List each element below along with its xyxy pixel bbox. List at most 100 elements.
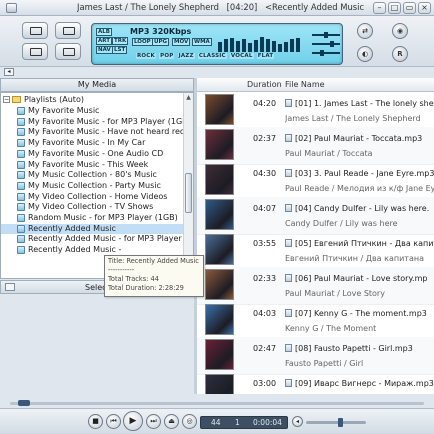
- table-row[interactable]: 04:30 [03] 3. Paul Reade - Jane Eyre.mp3 P…: [197, 162, 434, 200]
- balance-slider[interactable]: [312, 32, 340, 38]
- playlist-icon: [17, 117, 25, 126]
- spectrum-bar: [224, 39, 228, 52]
- playlist-icon: [17, 224, 25, 233]
- playlist-item[interactable]: My Favorite Music - Have not heard recen…: [1, 127, 183, 137]
- maximize-icon[interactable]: □: [388, 2, 401, 14]
- table-row[interactable]: 04:07 [04] Candy Dulfer - Lily was here. C…: [197, 197, 434, 235]
- lcd-tag-alb: ALB: [96, 28, 112, 36]
- my-media-header[interactable]: My Media: [0, 78, 194, 92]
- playlist-item[interactable]: My Music Collection - Party Music: [1, 181, 183, 191]
- playlist-icon: [17, 203, 25, 212]
- playlist-item[interactable]: My Video Collection - Home Videos: [1, 192, 183, 202]
- eq-preset-rock[interactable]: ROCK: [136, 53, 157, 59]
- track-artist: Евгений Птичкин / Два капитана: [285, 254, 424, 263]
- eq-preset-jazz[interactable]: JAZZ: [177, 53, 195, 59]
- app-menu-icon[interactable]: [6, 3, 17, 13]
- track-artist: Paul Mauriat / Toccata: [285, 149, 373, 158]
- playlist-icon: [17, 128, 25, 137]
- playlist-item[interactable]: My Favorite Music - One Audio CD: [1, 149, 183, 159]
- playlist-item[interactable]: My Favorite Music: [1, 106, 183, 116]
- eq-preset-classic[interactable]: CLASSIC: [197, 53, 227, 59]
- playlist-item-label: My Favorite Music: [28, 106, 100, 115]
- collapse-panel-button[interactable]: ◂: [4, 68, 14, 76]
- equalizer-toggle-button[interactable]: [22, 43, 48, 60]
- tree-scrollbar[interactable]: ▲ ▼: [183, 93, 193, 278]
- tree-root-playlists[interactable]: − Playlists (Auto): [1, 95, 183, 105]
- scrollbar-thumb[interactable]: [185, 173, 192, 213]
- speaker-icon[interactable]: ◂: [292, 416, 303, 427]
- scroll-up-icon[interactable]: ▲: [184, 93, 193, 102]
- playlist-item[interactable]: My Music Collection - 80's Music: [1, 170, 183, 180]
- seek-track[interactable]: [10, 402, 424, 405]
- play-button[interactable]: ▶: [123, 411, 143, 431]
- column-header-duration[interactable]: Duration: [247, 80, 282, 89]
- track-artist: Kenny G / The Moment: [285, 324, 377, 333]
- lcd-tag-loop: LOOP: [132, 38, 153, 46]
- now-playing-time: [04:20]: [226, 2, 258, 12]
- track-filename: [08] Fausto Papetti - Girl.mp3: [285, 344, 434, 353]
- table-row[interactable]: 02:33 [06] Paul Mauriat - Love story.mp Pa…: [197, 267, 434, 305]
- playlist-item[interactable]: My Favorite Music - This Week: [1, 160, 183, 170]
- playlist-item[interactable]: Recently Added Music: [1, 223, 183, 234]
- volume-lcd-slider[interactable]: [312, 41, 340, 47]
- table-row[interactable]: 04:20 [01] 1. James Last - The lonely she…: [197, 92, 434, 130]
- window-icon: [30, 27, 42, 35]
- video-toggle-button[interactable]: [55, 43, 81, 60]
- stop-button[interactable]: ■: [88, 414, 103, 429]
- minimize-icon[interactable]: –: [373, 2, 386, 14]
- lcd-tag-mov: MOV: [172, 38, 191, 46]
- playlist-item[interactable]: My Favorite Music - In My Car: [1, 138, 183, 148]
- next-button[interactable]: ⏭: [146, 414, 161, 429]
- audio-file-icon: [285, 274, 292, 282]
- table-row[interactable]: 02:37 [02] Paul Mauriat - Toccata.mp3 Paul…: [197, 127, 434, 165]
- slider-knob[interactable]: [320, 50, 324, 56]
- track-filename: [06] Paul Mauriat - Love story.mp: [285, 274, 434, 283]
- panel-options-button[interactable]: [5, 283, 15, 291]
- restore-icon[interactable]: ▭: [403, 2, 416, 14]
- tooltip-tracks: Total Tracks: 44: [108, 275, 159, 283]
- volume-knob[interactable]: [337, 418, 343, 427]
- volume-slider[interactable]: [306, 421, 366, 424]
- previous-button[interactable]: ⏮: [106, 414, 121, 429]
- record-button[interactable]: R: [392, 46, 408, 62]
- open-file-button[interactable]: ⏏: [164, 414, 179, 429]
- playlist-toggle-button[interactable]: [22, 22, 48, 39]
- track-duration: 02:47: [253, 344, 277, 353]
- collapse-icon[interactable]: −: [3, 96, 10, 103]
- close-icon[interactable]: ×: [418, 2, 431, 14]
- library-toggle-button[interactable]: [55, 22, 81, 39]
- table-row[interactable]: 03:55 [05] Евгений Птичкин - Два капитана…: [197, 232, 434, 270]
- eq-preset-vocal[interactable]: VOCAL: [229, 53, 254, 59]
- mute-button[interactable]: ◐: [357, 46, 373, 62]
- spectrum-bar: [242, 38, 246, 52]
- lcd-display: MP3 320Kbps ALB ART NAV TRK LST LOOP UPG…: [91, 23, 343, 65]
- track-artist: Paul Reade / Мелодия из к/ф Jane Eyre: [285, 184, 434, 193]
- playlist-item-label: Recently Added Music - for MP3 Player (1…: [28, 234, 183, 244]
- table-row[interactable]: 03:00[09] Иварс Вигнерс - Мираж.mp3Иварс…: [197, 372, 434, 394]
- playlist-item[interactable]: My Favorite Music - for MP3 Player (1GB): [1, 117, 183, 127]
- eq-preset-flat[interactable]: FLAT: [256, 53, 275, 59]
- table-row[interactable]: 04:03 [07] Kenny G - The moment.mp3 Kenny …: [197, 302, 434, 340]
- track-filename: [05] Евгений Птичкин - Два капитана: [285, 239, 434, 248]
- visualization-button[interactable]: ◎: [182, 414, 197, 429]
- eq-preset-pop[interactable]: POP: [159, 53, 175, 59]
- playlist-item[interactable]: My Video Collection - TV Shows: [1, 202, 183, 212]
- table-row[interactable]: 02:47 [08] Fausto Papetti - Girl.mp3 Faust…: [197, 337, 434, 375]
- lcd-tag-upg: UPG: [152, 38, 170, 46]
- seek-knob[interactable]: [18, 400, 31, 406]
- slider-knob[interactable]: [330, 41, 334, 47]
- lcd-tag-nav: NAV: [96, 46, 113, 54]
- column-header-filename[interactable]: File Name: [285, 80, 325, 89]
- slider-knob[interactable]: [324, 32, 328, 38]
- repeat-button[interactable]: ◉: [392, 23, 408, 39]
- playlist-item-label: Recently Added Music: [28, 223, 116, 233]
- seek-bar[interactable]: [0, 398, 434, 408]
- shuffle-button[interactable]: ⇄: [357, 23, 373, 39]
- speed-slider[interactable]: [312, 50, 340, 56]
- track-duration: 02:33: [253, 274, 277, 283]
- playlist-item-label: My Video Collection - Home Videos: [28, 191, 168, 201]
- playlist-item[interactable]: Recently Added Music -: [1, 245, 183, 255]
- playlist-item[interactable]: Recently Added Music - for MP3 Player (1…: [1, 234, 183, 244]
- playlist-item[interactable]: Random Music - for MP3 Player (1GB): [1, 213, 183, 223]
- album-art: [205, 374, 234, 394]
